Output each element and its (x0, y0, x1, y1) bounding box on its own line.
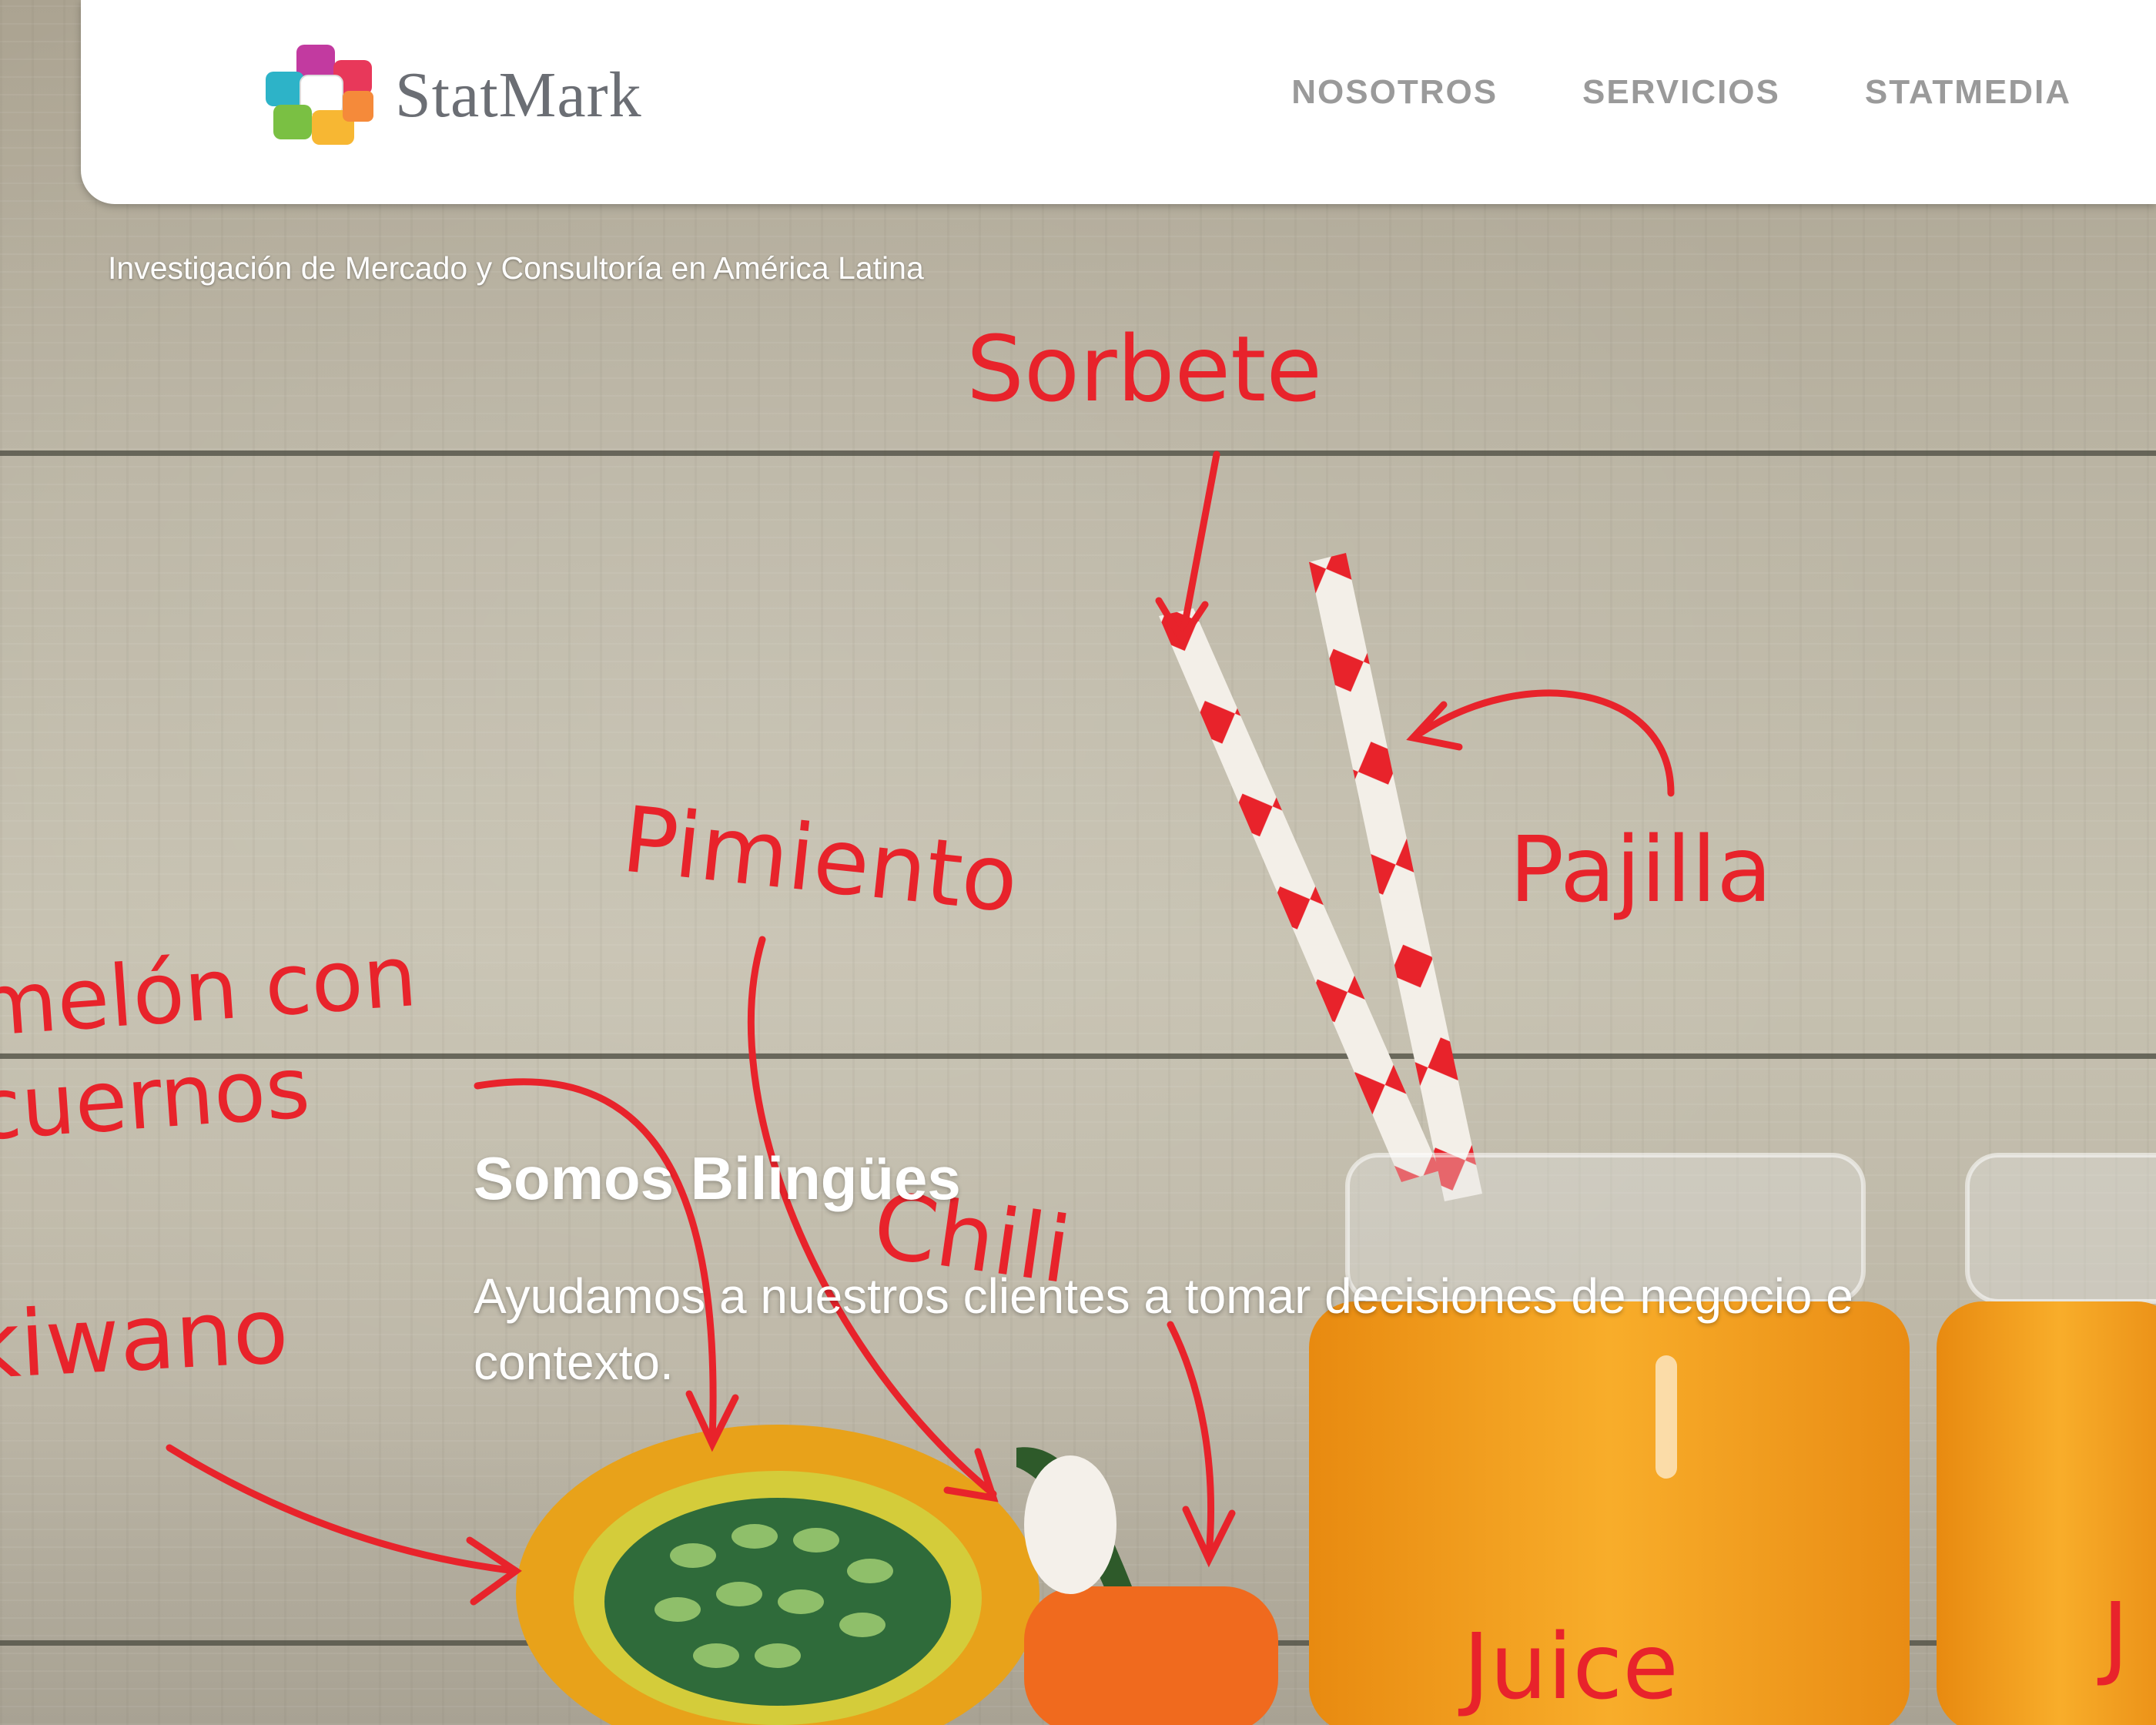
label-sorbete: Sorbete (966, 316, 1322, 422)
nav-servicios[interactable]: SERVICIOS (1582, 73, 1780, 112)
nav-statmedia[interactable]: STATMEDIA (1865, 73, 2071, 112)
label-melon-line1: melón con (0, 926, 420, 1056)
main-nav: NOSOTROS SERVICIOS STATMEDIA (1291, 73, 2071, 112)
hero-title: Somos Bilingües (474, 1144, 961, 1212)
hero-description: Ayudamos a nuestros clientes a tomar dec… (474, 1263, 2156, 1395)
hero-description-line: contexto. (474, 1335, 674, 1390)
logo[interactable]: StatMark (266, 45, 642, 145)
site-header: StatMark NOSOTROS SERVICIOS STATMEDIA (81, 0, 2156, 204)
hero-description-line: Ayudamos a nuestros clientes a tomar dec… (474, 1268, 1853, 1324)
label-juice: Juice (1458, 1613, 1679, 1720)
statmark-logo-icon (266, 45, 373, 145)
logo-text: StatMark (395, 59, 642, 131)
chili-pepper (1016, 1447, 1278, 1725)
label-pimiento: Pimiento (618, 786, 1023, 933)
tagline: Investigación de Mercado y Consultoría e… (108, 250, 924, 286)
label-melon-line2: cuernos (0, 1038, 313, 1160)
nav-nosotros[interactable]: NOSOTROS (1291, 73, 1498, 112)
label-pajilla: Pajilla (1509, 816, 1773, 923)
label-kiwano: kiwano (0, 1277, 291, 1400)
label-juice-partial: J (2097, 1583, 2129, 1689)
